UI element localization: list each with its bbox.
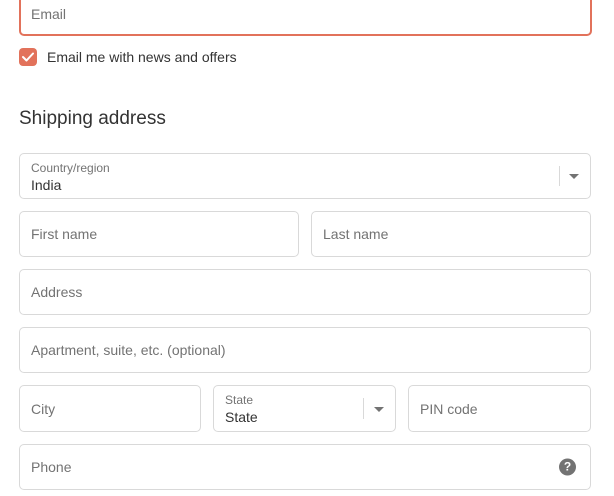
country-region-value: India — [31, 177, 62, 193]
news-offers-label[interactable]: Email me with news and offers — [47, 49, 237, 65]
last-name-field[interactable]: Last name — [311, 211, 591, 257]
select-divider — [559, 166, 560, 186]
address-placeholder: Address — [31, 284, 83, 300]
city-field[interactable]: City — [19, 385, 201, 432]
address-field[interactable]: Address — [19, 269, 591, 315]
checkmark-icon — [22, 52, 34, 62]
question-circle-icon[interactable]: ? — [559, 458, 576, 476]
country-region-select[interactable]: Country/region India — [19, 153, 591, 199]
phone-field[interactable]: Phone ? — [19, 444, 591, 490]
first-name-placeholder: First name — [31, 226, 98, 242]
email-placeholder: Email — [31, 6, 67, 22]
chevron-down-icon — [374, 406, 384, 412]
pin-code-placeholder: PIN code — [420, 400, 478, 417]
state-label: State — [225, 393, 254, 407]
state-select[interactable]: State State — [213, 385, 396, 432]
select-divider — [363, 398, 364, 419]
city-placeholder: City — [31, 400, 56, 417]
apartment-placeholder: Apartment, suite, etc. (optional) — [31, 342, 226, 358]
country-region-label: Country/region — [31, 161, 110, 175]
first-name-field[interactable]: First name — [19, 211, 299, 257]
chevron-down-icon — [569, 174, 579, 179]
shipping-address-heading: Shipping address — [19, 108, 166, 129]
phone-placeholder: Phone — [31, 459, 72, 475]
apartment-field[interactable]: Apartment, suite, etc. (optional) — [19, 327, 591, 373]
last-name-placeholder: Last name — [323, 226, 389, 242]
pin-code-field[interactable]: PIN code — [408, 385, 591, 432]
state-value: State — [225, 409, 258, 425]
email-field[interactable]: Email — [19, 0, 592, 36]
news-offers-checkbox[interactable] — [19, 48, 37, 66]
